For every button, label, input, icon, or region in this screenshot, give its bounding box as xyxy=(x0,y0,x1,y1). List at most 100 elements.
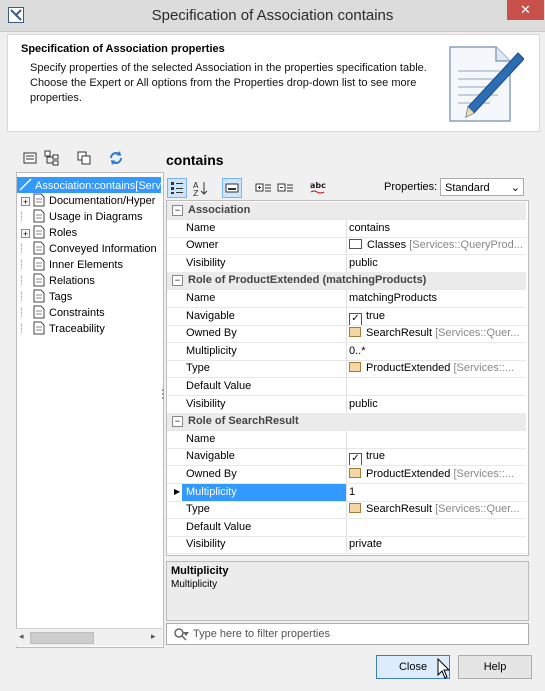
tree-item[interactable]: + Documentation/Hyper xyxy=(21,193,155,209)
tree-item-label: Documentation/Hyper xyxy=(49,195,156,207)
chevron-down-icon: ⌄ xyxy=(510,182,520,194)
tree-line xyxy=(21,324,30,333)
property-value-text: true xyxy=(366,450,385,463)
property-value[interactable] xyxy=(348,431,527,448)
property-group-header[interactable]: − Association xyxy=(167,202,526,220)
property-value[interactable]: ✓ true xyxy=(348,308,527,325)
property-value[interactable]: contains xyxy=(348,220,527,237)
property-value[interactable]: SearchResult [Services::Quer... xyxy=(348,325,527,342)
tree-item-label: Usage in Diagrams xyxy=(49,211,143,223)
property-value[interactable]: ProductExtended [Services::... xyxy=(348,466,527,483)
tree-item[interactable]: Inner Elements xyxy=(21,257,123,273)
tree-view-icon[interactable] xyxy=(44,150,60,166)
property-name: Type xyxy=(182,360,347,378)
tree-item[interactable]: Usage in Diagrams xyxy=(21,209,143,225)
property-row[interactable]: Visibility public xyxy=(167,254,527,273)
property-row[interactable]: Default Value xyxy=(167,518,527,537)
property-row[interactable]: Type ProductExtended [Services::... xyxy=(167,360,527,379)
property-row[interactable]: Visibility public xyxy=(167,395,527,414)
checkbox-checked-icon[interactable]: ✓ xyxy=(349,312,362,325)
tree-line xyxy=(21,260,30,269)
tree-horizontal-scrollbar[interactable]: ◂ ▸ xyxy=(16,628,162,646)
checkbox-checked-icon[interactable]: ✓ xyxy=(349,453,362,466)
collapse-icon[interactable]: − xyxy=(172,205,183,216)
property-row[interactable]: Default Value xyxy=(167,378,526,396)
tree-item[interactable]: Tags xyxy=(21,289,72,305)
collapse-icon[interactable]: − xyxy=(172,275,183,287)
scroll-thumb[interactable] xyxy=(30,632,94,644)
property-value[interactable]: public xyxy=(348,396,527,413)
property-row[interactable]: Name xyxy=(167,430,527,449)
collapse-all-button[interactable] xyxy=(276,178,296,198)
property-name: Default Value xyxy=(182,378,347,395)
property-row[interactable]: Navigable ✓ true xyxy=(167,307,527,326)
property-row[interactable]: Type SearchResult [Services::Quer... xyxy=(167,501,527,520)
property-value[interactable]: 0..* xyxy=(348,343,527,360)
window-title: Specification of Association contains xyxy=(151,7,394,24)
property-row[interactable]: Visibility private xyxy=(167,536,527,555)
refresh-icon[interactable] xyxy=(108,150,124,166)
show-description-button[interactable] xyxy=(222,178,242,198)
property-row[interactable]: Name matchingProducts xyxy=(167,290,526,308)
list-view-icon[interactable] xyxy=(22,150,38,166)
scroll-right-icon[interactable]: ▸ xyxy=(151,631,156,642)
property-row[interactable]: Multiplicity 1 ▶ xyxy=(167,483,527,502)
property-row[interactable]: Navigable ✓ true xyxy=(167,448,527,467)
categorized-view-button[interactable] xyxy=(167,178,187,198)
group-label: Association xyxy=(188,204,251,216)
tree-item[interactable]: Constraints xyxy=(21,305,105,321)
description-panel: Multiplicity Multiplicity xyxy=(166,561,529,621)
copy-icon[interactable] xyxy=(76,150,92,166)
property-value[interactable]: ✓ true xyxy=(348,448,527,466)
property-group-header[interactable]: − Role of SearchResult xyxy=(167,413,526,432)
tree-item[interactable]: + Roles xyxy=(21,225,77,241)
property-name: Multiplicity xyxy=(182,342,347,360)
description-text: Multiplicity xyxy=(171,579,218,590)
property-name: Default Value xyxy=(182,518,347,536)
scroll-left-icon[interactable]: ◂ xyxy=(19,631,24,642)
collapse-all-icon xyxy=(277,183,293,192)
mouse-cursor-icon xyxy=(437,658,451,679)
sort-alphabetically-button[interactable]: AZ xyxy=(190,178,210,198)
property-group-header[interactable]: − Role of ProductExtended (matchingProduc… xyxy=(167,272,526,291)
property-name: Owner xyxy=(182,237,347,255)
properties-table: − Association Name contains Owner Classes [Se… xyxy=(166,200,529,556)
properties-dropdown[interactable]: Standard ⌄ xyxy=(440,178,524,196)
properties-dropdown-value: Standard xyxy=(445,182,490,194)
tree-item[interactable]: Traceability xyxy=(21,321,105,337)
property-row[interactable]: Owned By ProductExtended [Services::... xyxy=(167,466,526,484)
property-value-text: SearchResult xyxy=(366,327,433,340)
property-row[interactable]: Multiplicity 0..* xyxy=(167,342,527,361)
splitter-handle[interactable] xyxy=(161,388,165,402)
property-value[interactable]: ProductExtended [Services::... xyxy=(348,360,527,377)
property-value[interactable]: 1 xyxy=(348,484,527,501)
property-row[interactable]: Owner Classes [Services::QueryProd... xyxy=(167,237,527,256)
spell-check-button[interactable]: abc xyxy=(308,178,328,198)
tree-item[interactable]: Conveyed Information xyxy=(21,241,157,257)
property-value[interactable]: matchingProducts xyxy=(348,290,527,307)
document-icon xyxy=(33,305,45,319)
property-row[interactable]: Name contains xyxy=(167,219,527,238)
help-button[interactable]: Help xyxy=(458,655,532,679)
tree-item-selected[interactable]: Association:contains[Serv xyxy=(17,177,161,193)
property-value[interactable]: SearchResult [Services::Quer... xyxy=(348,501,527,518)
tree-item-label: Inner Elements xyxy=(49,259,123,271)
property-value-text: true xyxy=(366,309,385,322)
tree-item[interactable]: Relations xyxy=(21,273,95,289)
property-value[interactable] xyxy=(348,519,527,536)
close-window-button[interactable]: ✕ xyxy=(507,0,544,20)
property-value[interactable]: private xyxy=(348,536,527,553)
expand-icon[interactable]: + xyxy=(21,197,30,207)
expand-icon[interactable]: + xyxy=(21,229,30,239)
class-icon xyxy=(349,327,361,338)
expand-all-button[interactable] xyxy=(254,178,274,198)
property-value[interactable]: public xyxy=(348,255,527,272)
collapse-icon[interactable]: − xyxy=(172,416,183,428)
filter-properties-input[interactable]: Type here to filter properties xyxy=(166,623,529,645)
property-row[interactable]: Owned By SearchResult [Services::Quer... xyxy=(167,325,527,344)
tree-item-label: Relations xyxy=(49,275,95,287)
property-value[interactable]: Classes [Services::QueryProd... xyxy=(348,237,527,254)
property-value[interactable] xyxy=(348,378,527,395)
svg-text:Z: Z xyxy=(193,189,199,198)
property-value-text: public xyxy=(349,256,378,269)
